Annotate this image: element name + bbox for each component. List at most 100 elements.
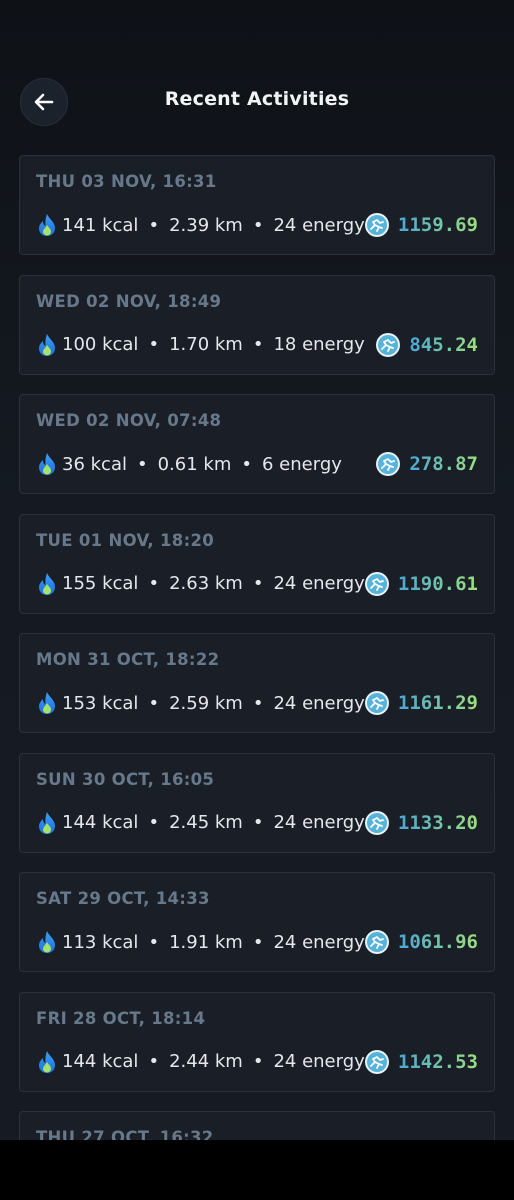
distance-value: 2.44 km — [169, 1051, 243, 1072]
activity-card[interactable]: WED 02 NOV, 18:49 100 kcal • 1.70 km • 1… — [19, 274, 495, 375]
activity-card[interactable]: SUN 30 OCT, 16:05 144 kcal • 2.45 km • 2… — [19, 752, 495, 853]
activity-date: SUN 30 OCT, 16:05 — [36, 769, 215, 789]
energy-value: 24 energy — [273, 1051, 365, 1072]
kcal-value: 100 kcal — [62, 334, 139, 355]
activity-card[interactable]: FRI 28 OCT, 18:14 144 kcal • 2.44 km • 2… — [19, 991, 495, 1092]
reward: 1142.53 — [364, 1047, 478, 1077]
activity-card[interactable]: THU 27 OCT, 16:32 — [19, 1111, 495, 1140]
activity-date: WED 02 NOV, 18:49 — [36, 291, 222, 311]
activity-stats: 100 kcal • 1.70 km • 18 energy — [36, 332, 365, 358]
reward: 1159.69 — [364, 210, 478, 240]
reward-amount: 278.87 — [409, 453, 478, 475]
separator: • — [148, 1051, 160, 1072]
reward: 1190.61 — [364, 569, 478, 599]
kcal-value: 36 kcal — [62, 453, 127, 475]
distance-value: 2.39 km — [169, 214, 243, 236]
energy-value: 24 energy — [273, 214, 365, 236]
energy-value: 24 energy — [273, 931, 365, 953]
distance-value: 1.91 km — [169, 931, 243, 953]
activity-card[interactable]: TUE 01 NOV, 18:20 155 kcal • 2.63 km • 2… — [19, 513, 495, 614]
separator: • — [252, 812, 264, 833]
reward: 845.24 — [375, 330, 478, 360]
flame-icon — [39, 1050, 55, 1073]
reward-amount: 1161.29 — [397, 692, 478, 714]
energy-value: 18 energy — [273, 334, 365, 355]
runner-token-icon — [376, 332, 401, 357]
activity-stats: 153 kcal • 2.59 km • 24 energy — [36, 690, 365, 716]
runner-token-icon — [364, 1049, 389, 1074]
activity-stats: 144 kcal • 2.44 km • 24 energy — [36, 1049, 365, 1075]
reward-amount: 1190.61 — [397, 572, 478, 595]
flame-icon — [39, 333, 55, 356]
separator: • — [148, 214, 160, 236]
separator: • — [241, 453, 252, 475]
kcal-value: 141 kcal — [62, 214, 139, 236]
reward: 1061.96 — [364, 927, 478, 957]
reward-amount: 845.24 — [409, 333, 478, 356]
activity-stats: 141 kcal • 2.39 km • 24 energy — [36, 212, 365, 238]
separator: • — [252, 1051, 264, 1072]
activity-date: SAT 29 OCT, 14:33 — [36, 889, 210, 908]
distance-value: 0.61 km — [157, 453, 232, 475]
separator: • — [252, 573, 264, 594]
reward-amount: 1142.53 — [397, 1050, 478, 1073]
activity-stats: 113 kcal • 1.91 km • 24 energy — [36, 929, 365, 955]
activity-date: THU 03 NOV, 16:31 — [36, 172, 217, 191]
system-navigation-bar — [0, 1140, 514, 1200]
energy-value: 24 energy — [273, 692, 365, 714]
distance-value: 2.63 km — [169, 573, 243, 594]
energy-value: 6 energy — [262, 453, 342, 475]
reward: 1133.20 — [364, 808, 478, 838]
separator: • — [148, 334, 160, 355]
flame-icon — [39, 692, 55, 714]
activity-card[interactable]: WED 02 NOV, 07:48 36 kcal • 0.61 km • 6 … — [19, 394, 495, 494]
flame-icon — [39, 811, 55, 834]
activity-date: MON 31 OCT, 18:22 — [36, 650, 220, 669]
activity-stats: 36 kcal • 0.61 km • 6 energy — [36, 451, 342, 477]
reward-amount: 1061.96 — [397, 931, 478, 953]
activity-date: FRI 28 OCT, 18:14 — [36, 1008, 206, 1028]
kcal-value: 113 kcal — [62, 931, 139, 953]
separator: • — [252, 334, 264, 355]
separator: • — [148, 573, 160, 594]
reward-amount: 1133.20 — [397, 811, 478, 834]
flame-icon — [39, 572, 55, 595]
runner-token-icon — [364, 930, 389, 954]
runner-token-icon — [364, 571, 389, 596]
kcal-value: 144 kcal — [62, 812, 139, 833]
activity-date: THU 27 OCT, 16:32 — [36, 1128, 214, 1140]
separator: • — [136, 453, 148, 475]
activity-card[interactable]: MON 31 OCT, 18:22 153 kcal • 2.59 km • 2… — [19, 633, 495, 733]
kcal-value: 144 kcal — [62, 1051, 139, 1072]
activity-stats: 155 kcal • 2.63 km • 24 energy — [36, 571, 365, 597]
separator: • — [252, 931, 264, 953]
activity-scroll-area[interactable]: THU 03 NOV, 16:31 141 kcal • 2.39 km • 2… — [0, 0, 514, 1140]
distance-value: 2.59 km — [169, 692, 243, 714]
separator: • — [148, 692, 160, 714]
runner-token-icon — [364, 213, 389, 237]
activity-stats: 144 kcal • 2.45 km • 24 energy — [36, 810, 365, 836]
reward-amount: 1159.69 — [397, 214, 478, 236]
distance-value: 1.70 km — [169, 334, 243, 355]
activity-date: WED 02 NOV, 07:48 — [36, 411, 222, 430]
flame-icon — [39, 453, 55, 475]
runner-token-icon — [376, 452, 401, 476]
separator: • — [252, 692, 264, 714]
separator: • — [148, 812, 160, 833]
runner-token-icon — [364, 691, 389, 715]
reward: 1161.29 — [364, 688, 478, 718]
activity-date: TUE 01 NOV, 18:20 — [36, 530, 215, 550]
kcal-value: 155 kcal — [62, 573, 139, 594]
separator: • — [252, 214, 264, 236]
energy-value: 24 energy — [273, 812, 365, 833]
flame-icon — [39, 931, 55, 953]
energy-value: 24 energy — [273, 573, 365, 594]
flame-icon — [39, 214, 55, 236]
reward: 278.87 — [375, 449, 478, 479]
separator: • — [148, 931, 160, 953]
activity-card[interactable]: THU 03 NOV, 16:31 141 kcal • 2.39 km • 2… — [19, 155, 495, 255]
distance-value: 2.45 km — [169, 812, 243, 833]
kcal-value: 153 kcal — [62, 692, 139, 714]
runner-token-icon — [364, 810, 389, 835]
activity-card[interactable]: SAT 29 OCT, 14:33 113 kcal • 1.91 km • 2… — [19, 872, 495, 972]
